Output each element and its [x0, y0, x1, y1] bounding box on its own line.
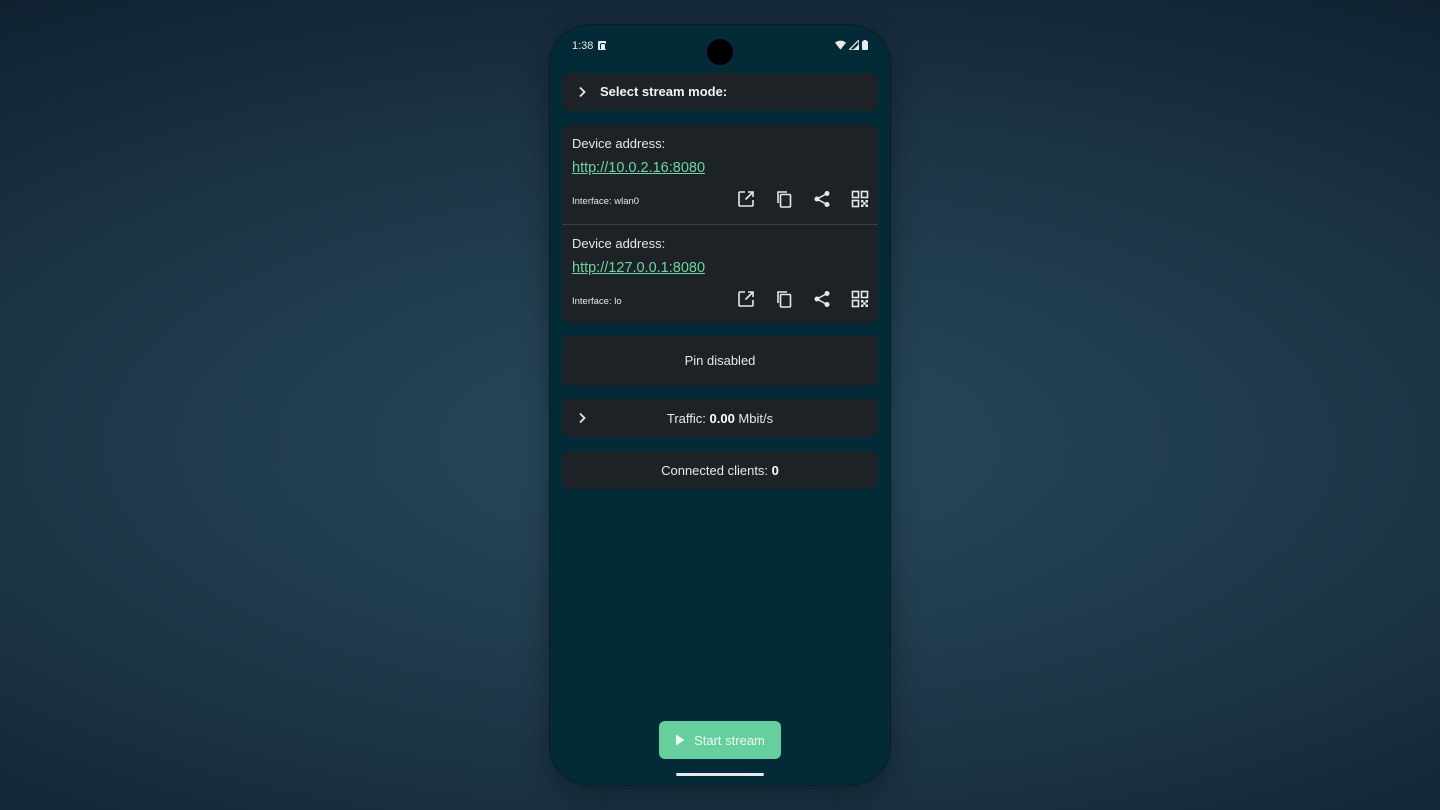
device-address-link[interactable]: http://127.0.0.1:8080: [572, 260, 705, 276]
device-address-card: Device address: http://10.0.2.16:8080 In…: [562, 125, 878, 323]
copy-address-button[interactable]: [774, 289, 794, 309]
qr-code-button[interactable]: [850, 189, 870, 209]
address-actions: [736, 289, 870, 309]
notification-a-icon: [598, 41, 606, 50]
battery-icon: [862, 40, 868, 50]
traffic-card[interactable]: Traffic: 0.00 Mbit/s: [562, 399, 878, 437]
qr-code-icon: [851, 290, 869, 308]
interface-label: Interface: lo: [572, 296, 622, 307]
qr-code-icon: [851, 190, 869, 208]
device-address-title: Device address:: [572, 136, 666, 151]
stream-mode-selector[interactable]: Select stream mode:: [562, 73, 878, 111]
traffic-value: 0.00: [709, 411, 735, 426]
clients-card: Connected clients: 0: [562, 451, 878, 489]
start-stream-label: Start stream: [694, 732, 765, 748]
status-bar: 1:38: [550, 25, 890, 69]
pin-status-card: Pin disabled: [562, 336, 878, 386]
open-in-browser-button[interactable]: [736, 189, 756, 209]
share-icon: [814, 191, 830, 207]
status-icons: [835, 40, 868, 50]
wifi-icon: [835, 40, 846, 50]
traffic-prefix: Traffic:: [666, 411, 710, 426]
signal-icon: [849, 40, 859, 50]
device-address-title: Device address:: [572, 236, 666, 251]
start-stream-button[interactable]: Start stream: [659, 721, 781, 759]
home-indicator[interactable]: [676, 773, 764, 776]
pin-status-label: Pin disabled: [684, 353, 756, 368]
camera-cutout: [707, 39, 733, 65]
share-address-button[interactable]: [812, 189, 832, 209]
qr-code-button[interactable]: [850, 289, 870, 309]
traffic-unit: Mbit/s: [734, 411, 774, 426]
clients-prefix: Connected clients:: [661, 463, 772, 478]
status-time: 1:38: [572, 40, 594, 52]
share-address-button[interactable]: [812, 289, 832, 309]
address-actions: [736, 189, 870, 209]
copy-address-button[interactable]: [774, 189, 794, 209]
share-icon: [814, 291, 830, 307]
clients-label: Connected clients: 0: [562, 463, 878, 478]
device-address-item: Device address: http://127.0.0.1:8080 In…: [562, 224, 878, 323]
interface-label: Interface: wlan0: [572, 196, 640, 207]
clients-count: 0: [771, 463, 779, 478]
open-in-new-icon: [738, 291, 754, 307]
copy-icon: [777, 291, 792, 308]
open-in-browser-button[interactable]: [736, 289, 756, 309]
traffic-label: Traffic: 0.00 Mbit/s: [562, 411, 878, 426]
device-address-link[interactable]: http://10.0.2.16:8080: [572, 160, 705, 176]
play-icon: [676, 734, 685, 746]
chevron-right-icon: [579, 86, 586, 98]
stream-mode-label: Select stream mode:: [600, 84, 728, 99]
open-in-new-icon: [738, 191, 754, 207]
device-address-item: Device address: http://10.0.2.16:8080 In…: [562, 125, 878, 224]
copy-icon: [777, 191, 792, 208]
phone-frame: 1:38 Select stream mode: Device address:…: [550, 25, 890, 785]
